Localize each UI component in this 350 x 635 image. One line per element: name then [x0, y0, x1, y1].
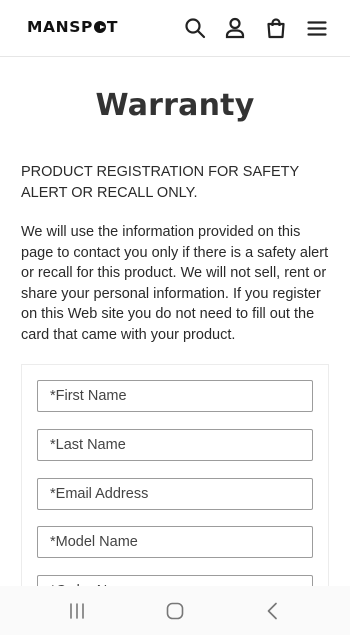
search-icon[interactable] [183, 16, 207, 40]
privacy-notice: We will use the information provided on … [21, 224, 329, 343]
email-field[interactable] [37, 478, 313, 510]
cart-icon[interactable] [264, 16, 288, 40]
system-nav-bar [0, 586, 350, 635]
page-title: Warranty [95, 88, 255, 123]
model-name-field[interactable] [37, 526, 313, 558]
logo-text-right: T [106, 18, 119, 36]
registration-notice: PRODUCT REGISTRATION FOR SAFETY ALERT OR… [21, 164, 299, 201]
last-name-field[interactable] [37, 429, 313, 461]
recent-apps-icon[interactable] [66, 600, 88, 622]
page: MANSP T Warranty PRODUCT REGISTRATION FO… [0, 0, 350, 635]
home-icon[interactable] [164, 600, 186, 622]
site-header: MANSP T [0, 0, 350, 57]
back-icon[interactable] [262, 600, 284, 622]
first-name-field[interactable] [37, 380, 313, 412]
logo[interactable]: MANSP T [27, 17, 118, 37]
menu-icon[interactable] [305, 16, 329, 40]
logo-o-mark-icon [93, 21, 106, 33]
account-icon[interactable] [223, 16, 247, 40]
logo-text-left: MANSP [27, 18, 93, 36]
